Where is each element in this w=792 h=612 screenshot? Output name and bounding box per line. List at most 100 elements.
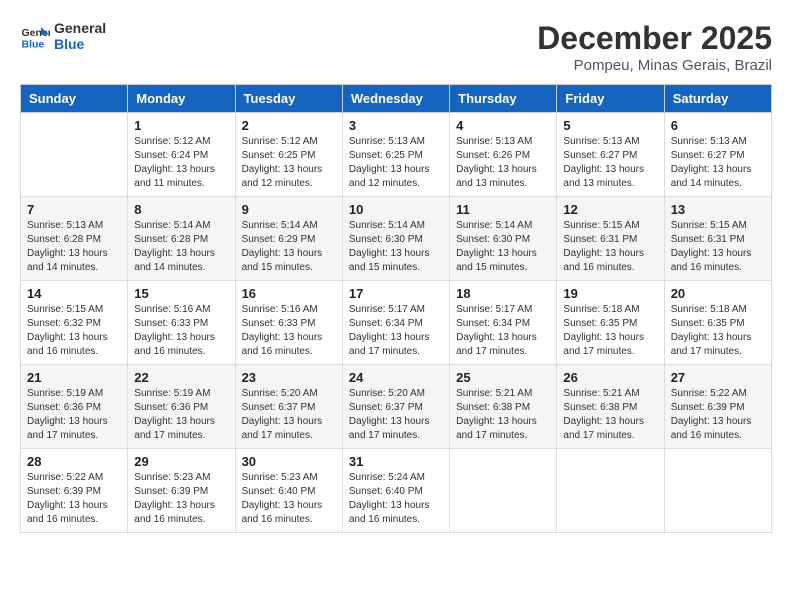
day-info: Sunrise: 5:23 AM Sunset: 6:40 PM Dayligh… (242, 471, 336, 527)
calendar-cell: 19 Sunrise: 5:18 AM Sunset: 6:35 PM Dayli… (557, 281, 664, 365)
logo: General Blue General Blue (20, 20, 106, 52)
day-info: Sunrise: 5:19 AM Sunset: 6:36 PM Dayligh… (27, 387, 121, 443)
day-number: 10 (349, 202, 443, 217)
calendar-week-row: 14 Sunrise: 5:15 AM Sunset: 6:32 PM Dayli… (21, 281, 772, 365)
calendar-cell: 11 Sunrise: 5:14 AM Sunset: 6:30 PM Dayli… (450, 197, 557, 281)
calendar-cell: 22Sunrise: 5:19 AM Sunset: 6:36 PM Dayli… (128, 365, 235, 449)
day-number: 29 (134, 454, 228, 469)
calendar-cell: 5 Sunrise: 5:13 AM Sunset: 6:27 PM Daylig… (557, 113, 664, 197)
day-info: Sunrise: 5:21 AM Sunset: 6:38 PM Dayligh… (456, 387, 550, 443)
weekday-header: Tuesday (235, 85, 342, 113)
day-info: Sunrise: 5:23 AM Sunset: 6:39 PM Dayligh… (134, 471, 228, 527)
day-number: 27 (671, 370, 765, 385)
day-info: Sunrise: 5:19 AM Sunset: 6:36 PM Dayligh… (134, 387, 228, 443)
calendar-cell: 17Sunrise: 5:17 AM Sunset: 6:34 PM Dayli… (342, 281, 449, 365)
day-info: Sunrise: 5:13 AM Sunset: 6:27 PM Dayligh… (563, 135, 657, 191)
day-number: 26 (563, 370, 657, 385)
calendar-cell: 10 Sunrise: 5:14 AM Sunset: 6:30 PM Dayli… (342, 197, 449, 281)
day-number: 11 (456, 202, 550, 217)
day-number: 12 (563, 202, 657, 217)
day-info: Sunrise: 5:14 AM Sunset: 6:28 PM Dayligh… (134, 219, 228, 275)
day-info: Sunrise: 5:14 AM Sunset: 6:30 PM Dayligh… (349, 219, 443, 275)
day-number: 3 (349, 118, 443, 133)
day-number: 13 (671, 202, 765, 217)
day-info: Sunrise: 5:18 AM Sunset: 6:35 PM Dayligh… (563, 303, 657, 359)
day-number: 21 (27, 370, 121, 385)
svg-text:Blue: Blue (22, 38, 45, 50)
calendar-cell (557, 449, 664, 533)
weekday-header: Saturday (664, 85, 771, 113)
day-number: 6 (671, 118, 765, 133)
day-info: Sunrise: 5:16 AM Sunset: 6:33 PM Dayligh… (242, 303, 336, 359)
calendar-cell: 27 Sunrise: 5:22 AM Sunset: 6:39 PM Dayli… (664, 365, 771, 449)
day-info: Sunrise: 5:13 AM Sunset: 6:25 PM Dayligh… (349, 135, 443, 191)
calendar-cell: 7Sunrise: 5:13 AM Sunset: 6:28 PM Daylig… (21, 197, 128, 281)
day-number: 20 (671, 286, 765, 301)
day-info: Sunrise: 5:24 AM Sunset: 6:40 PM Dayligh… (349, 471, 443, 527)
day-number: 8 (134, 202, 228, 217)
calendar-cell: 12Sunrise: 5:15 AM Sunset: 6:31 PM Dayli… (557, 197, 664, 281)
day-info: Sunrise: 5:17 AM Sunset: 6:34 PM Dayligh… (456, 303, 550, 359)
header: General Blue General Blue December 2025 … (20, 20, 772, 74)
day-info: Sunrise: 5:22 AM Sunset: 6:39 PM Dayligh… (671, 387, 765, 443)
weekday-header: Thursday (450, 85, 557, 113)
calendar-cell: 14 Sunrise: 5:15 AM Sunset: 6:32 PM Dayli… (21, 281, 128, 365)
day-info: Sunrise: 5:14 AM Sunset: 6:30 PM Dayligh… (456, 219, 550, 275)
calendar-cell: 8 Sunrise: 5:14 AM Sunset: 6:28 PM Daylig… (128, 197, 235, 281)
calendar-cell: 29 Sunrise: 5:23 AM Sunset: 6:39 PM Dayli… (128, 449, 235, 533)
day-info: Sunrise: 5:22 AM Sunset: 6:39 PM Dayligh… (27, 471, 121, 527)
calendar-cell: 30Sunrise: 5:23 AM Sunset: 6:40 PM Dayli… (235, 449, 342, 533)
day-number: 25 (456, 370, 550, 385)
calendar-cell: 3 Sunrise: 5:13 AM Sunset: 6:25 PM Daylig… (342, 113, 449, 197)
calendar-cell: 2Sunrise: 5:12 AM Sunset: 6:25 PM Daylig… (235, 113, 342, 197)
calendar-body: 1Sunrise: 5:12 AM Sunset: 6:24 PM Daylig… (21, 113, 772, 533)
day-number: 15 (134, 286, 228, 301)
calendar-cell: 31 Sunrise: 5:24 AM Sunset: 6:40 PM Dayli… (342, 449, 449, 533)
calendar-cell: 21 Sunrise: 5:19 AM Sunset: 6:36 PM Dayli… (21, 365, 128, 449)
calendar-header: SundayMondayTuesdayWednesdayThursdayFrid… (21, 85, 772, 113)
weekday-header: Friday (557, 85, 664, 113)
day-info: Sunrise: 5:20 AM Sunset: 6:37 PM Dayligh… (349, 387, 443, 443)
logo-icon: General Blue (20, 21, 50, 51)
day-info: Sunrise: 5:20 AM Sunset: 6:37 PM Dayligh… (242, 387, 336, 443)
day-info: Sunrise: 5:13 AM Sunset: 6:27 PM Dayligh… (671, 135, 765, 191)
month-title: December 2025 (537, 20, 772, 57)
day-number: 1 (134, 118, 228, 133)
weekday-header: Wednesday (342, 85, 449, 113)
calendar-cell: 16 Sunrise: 5:16 AM Sunset: 6:33 PM Dayli… (235, 281, 342, 365)
calendar-cell: 25 Sunrise: 5:21 AM Sunset: 6:38 PM Dayli… (450, 365, 557, 449)
day-number: 24 (349, 370, 443, 385)
day-number: 9 (242, 202, 336, 217)
day-info: Sunrise: 5:14 AM Sunset: 6:29 PM Dayligh… (242, 219, 336, 275)
day-number: 31 (349, 454, 443, 469)
day-info: Sunrise: 5:18 AM Sunset: 6:35 PM Dayligh… (671, 303, 765, 359)
day-info: Sunrise: 5:16 AM Sunset: 6:33 PM Dayligh… (134, 303, 228, 359)
calendar-cell: 1Sunrise: 5:12 AM Sunset: 6:24 PM Daylig… (128, 113, 235, 197)
weekday-header: Monday (128, 85, 235, 113)
day-number: 23 (242, 370, 336, 385)
day-number: 19 (563, 286, 657, 301)
day-number: 14 (27, 286, 121, 301)
calendar-cell: 15 Sunrise: 5:16 AM Sunset: 6:33 PM Dayli… (128, 281, 235, 365)
day-number: 28 (27, 454, 121, 469)
day-number: 18 (456, 286, 550, 301)
day-number: 5 (563, 118, 657, 133)
day-number: 17 (349, 286, 443, 301)
title-area: December 2025 Pompeu, Minas Gerais, Braz… (537, 20, 772, 74)
logo-line2: Blue (54, 36, 106, 52)
day-info: Sunrise: 5:15 AM Sunset: 6:32 PM Dayligh… (27, 303, 121, 359)
calendar-cell (450, 449, 557, 533)
calendar-cell: 18 Sunrise: 5:17 AM Sunset: 6:34 PM Dayli… (450, 281, 557, 365)
calendar-cell: 20 Sunrise: 5:18 AM Sunset: 6:35 PM Dayli… (664, 281, 771, 365)
day-info: Sunrise: 5:21 AM Sunset: 6:38 PM Dayligh… (563, 387, 657, 443)
calendar-week-row: 1Sunrise: 5:12 AM Sunset: 6:24 PM Daylig… (21, 113, 772, 197)
day-number: 4 (456, 118, 550, 133)
calendar-cell: 23 Sunrise: 5:20 AM Sunset: 6:37 PM Dayli… (235, 365, 342, 449)
logo-line1: General (54, 20, 106, 36)
calendar-cell: 13Sunrise: 5:15 AM Sunset: 6:31 PM Dayli… (664, 197, 771, 281)
calendar-cell: 28 Sunrise: 5:22 AM Sunset: 6:39 PM Dayli… (21, 449, 128, 533)
day-number: 2 (242, 118, 336, 133)
day-number: 16 (242, 286, 336, 301)
calendar-cell: 6 Sunrise: 5:13 AM Sunset: 6:27 PM Daylig… (664, 113, 771, 197)
calendar-week-row: 21 Sunrise: 5:19 AM Sunset: 6:36 PM Dayli… (21, 365, 772, 449)
